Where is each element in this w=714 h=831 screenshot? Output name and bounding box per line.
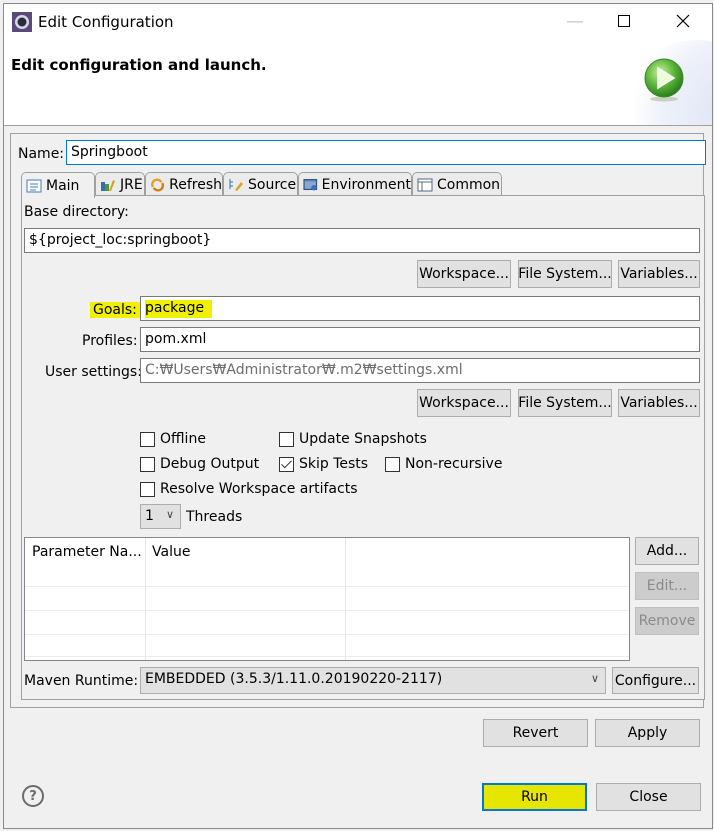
debug-output-checkbox-label: Debug Output (160, 456, 260, 472)
tab-source[interactable]: Source (223, 172, 298, 196)
base-directory-label: Base directory: (24, 204, 129, 220)
non-recursive-checkbox-label: Non-recursive (405, 456, 503, 472)
tab-jre-label: JRE (120, 176, 143, 193)
apply-button[interactable]: Apply (595, 719, 700, 747)
row-divider (25, 634, 629, 635)
name-label: Name: (18, 146, 65, 162)
run-launch-icon (644, 58, 684, 102)
revert-button[interactable]: Revert (483, 719, 588, 747)
debug-output-checkbox-box[interactable] (140, 456, 155, 472)
row-divider (25, 610, 629, 611)
settings-workspace-button[interactable]: Workspace... (417, 389, 511, 417)
update-snapshots-checkbox[interactable]: Update Snapshots (279, 431, 427, 447)
tab-common[interactable]: Common (412, 172, 502, 196)
resolve-workspace-checkbox-box[interactable] (140, 481, 155, 497)
maven-runtime-select[interactable]: EMBEDDED (3.5.3/1.11.0.20190220-2117) ∨ (140, 667, 606, 694)
skip-tests-checkbox-box[interactable] (279, 456, 294, 472)
goals-label: Goals: (90, 302, 140, 318)
add-parameter-button[interactable]: Add... (635, 537, 699, 565)
skip-tests-checkbox[interactable]: Skip Tests (279, 456, 368, 472)
base-file-system-button[interactable]: File System... (518, 260, 612, 288)
debug-output-checkbox[interactable]: Debug Output (140, 456, 259, 472)
tab-refresh-label: Refresh (169, 176, 222, 193)
environment-icon (303, 178, 318, 190)
tab-refresh[interactable]: Refresh (145, 172, 223, 196)
tab-environment-label: Environment (321, 176, 411, 193)
base-variables-button[interactable]: Variables... (618, 260, 700, 288)
settings-variables-button[interactable]: Variables... (618, 389, 700, 417)
non-recursive-checkbox[interactable]: Non-recursive (385, 456, 502, 472)
window-title: Edit Configuration (38, 13, 174, 31)
edit-configuration-dialog: Edit Configuration — Edit configuration … (3, 3, 713, 829)
threads-select-value: 1 (145, 508, 154, 524)
non-recursive-checkbox-box[interactable] (385, 456, 400, 472)
row-divider (25, 586, 629, 587)
tab-source-label: Source (248, 176, 297, 193)
resolve-workspace-checkbox-label: Resolve Workspace artifacts (160, 481, 358, 497)
update-snapshots-checkbox-box[interactable] (279, 431, 294, 447)
parameters-table[interactable]: Parameter Na... Value (24, 537, 630, 661)
resolve-workspace-checkbox[interactable]: Resolve Workspace artifacts (140, 481, 357, 497)
update-snapshots-checkbox-label: Update Snapshots (299, 431, 427, 447)
edit-parameter-button[interactable]: Edit... (635, 572, 699, 600)
title-bar: Edit Configuration — (4, 4, 712, 38)
chevron-down-icon: ∨ (590, 672, 599, 685)
offline-checkbox-box[interactable] (140, 431, 155, 447)
tab-common-label: Common (437, 176, 501, 193)
remove-parameter-button[interactable]: Remove (635, 607, 699, 635)
tab-jre[interactable]: JRE (95, 172, 145, 196)
row-divider (25, 656, 629, 657)
close-window-button[interactable] (660, 4, 706, 38)
refresh-icon (151, 177, 165, 192)
threads-label: Threads (186, 509, 243, 525)
user-settings-label: User settings: (45, 364, 142, 380)
main-tab-icon (26, 179, 42, 192)
column-header-value[interactable]: Value (145, 538, 197, 568)
eclipse-gear-icon (12, 12, 32, 32)
help-icon[interactable]: ? (22, 785, 44, 807)
common-tab-icon (417, 178, 433, 191)
offline-checkbox-label: Offline (160, 431, 206, 447)
close-icon (676, 14, 690, 28)
tab-environment[interactable]: Environment (298, 172, 412, 196)
configure-runtime-button[interactable]: Configure... (612, 667, 699, 694)
source-lookup-icon (229, 178, 243, 191)
tab-main-label: Main (46, 177, 80, 194)
threads-select[interactable]: 1 ∨ (140, 504, 181, 529)
goals-input[interactable]: package (140, 296, 700, 321)
close-button[interactable]: Close (596, 783, 701, 811)
maximize-icon (618, 15, 630, 27)
jre-library-icon (101, 179, 115, 191)
dialog-banner: Edit configuration and launch. (4, 38, 712, 126)
base-workspace-button[interactable]: Workspace... (417, 260, 511, 288)
configuration-panel: Name: Springboot Main JRE Refresh Source (10, 133, 706, 747)
run-button[interactable]: Run (482, 783, 587, 811)
skip-tests-checkbox-label: Skip Tests (299, 456, 369, 472)
chevron-down-icon: ∨ (165, 508, 174, 521)
column-divider (345, 538, 346, 660)
maven-runtime-label: Maven Runtime: (24, 673, 139, 689)
base-directory-input[interactable]: ${project_loc:springboot} (24, 228, 700, 253)
goals-value: package (145, 300, 213, 318)
banner-title: Edit configuration and launch. (11, 56, 267, 74)
name-input[interactable]: Springboot (66, 140, 706, 165)
offline-checkbox[interactable]: Offline (140, 431, 206, 447)
column-header-parameter-name[interactable]: Parameter Na... (25, 538, 149, 568)
main-tab-content: Base directory: ${project_loc:springboot… (21, 195, 705, 700)
minimize-button[interactable]: — (552, 4, 598, 38)
settings-file-system-button[interactable]: File System... (518, 389, 612, 417)
column-divider (145, 538, 146, 660)
profiles-input[interactable]: pom.xml (140, 327, 700, 352)
tab-main[interactable]: Main (21, 172, 95, 198)
maven-runtime-value: EMBEDDED (3.5.3/1.11.0.20190220-2117) (145, 671, 443, 687)
user-settings-input[interactable]: C:₩Users₩Administrator₩.m2₩settings.xml (140, 358, 700, 383)
profiles-label: Profiles: (82, 333, 138, 349)
maximize-button[interactable] (601, 4, 647, 38)
